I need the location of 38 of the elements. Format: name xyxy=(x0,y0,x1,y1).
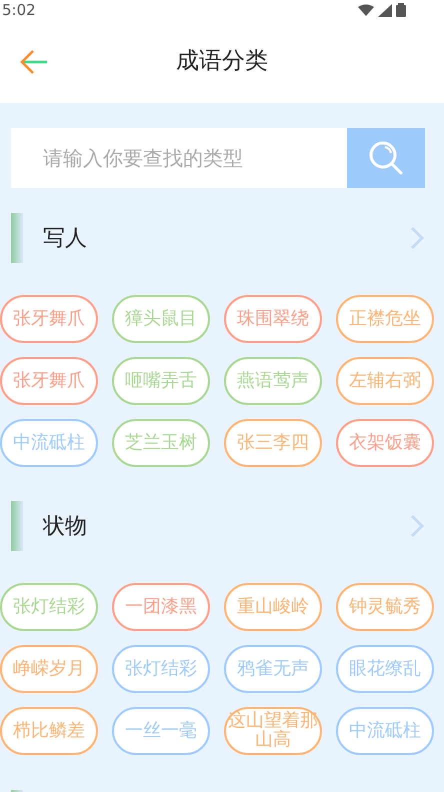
search-icon xyxy=(368,140,404,176)
idiom-tag[interactable]: 芝兰玉树 xyxy=(112,419,210,467)
section-title: 写人 xyxy=(43,224,87,252)
idiom-tag[interactable]: 这山望着那山高 xyxy=(224,707,322,755)
status-time: 5:02 xyxy=(2,2,36,18)
section-title: 状物 xyxy=(43,512,87,540)
idiom-tag[interactable]: 鸦雀无声 xyxy=(224,645,322,693)
battery-icon xyxy=(396,3,406,17)
page-title: 成语分类 xyxy=(176,47,268,76)
idiom-tag[interactable]: 中流砥柱 xyxy=(0,419,98,467)
idiom-tag[interactable]: 衣架饭囊 xyxy=(336,419,434,467)
idiom-tag[interactable]: 张灯结彩 xyxy=(112,645,210,693)
idiom-tag[interactable]: 中流砥柱 xyxy=(336,707,434,755)
idiom-tag[interactable]: 张牙舞爪 xyxy=(0,357,98,405)
idiom-tag[interactable]: 张牙舞爪 xyxy=(0,295,98,343)
search-field[interactable]: 请输入你要查找的类型 xyxy=(11,128,347,188)
idiom-tag[interactable]: 峥嵘岁月 xyxy=(0,645,98,693)
idiom-tag[interactable]: 栉比鳞差 xyxy=(0,707,98,755)
idiom-tag[interactable]: 钟灵毓秀 xyxy=(336,583,434,631)
chevron-right-icon[interactable] xyxy=(410,226,424,250)
idiom-tag[interactable]: 獐头鼠目 xyxy=(112,295,210,343)
idiom-tag[interactable]: 珠围翠绕 xyxy=(224,295,322,343)
idiom-tag[interactable]: 张灯结彩 xyxy=(0,583,98,631)
signal-icon xyxy=(378,4,392,16)
idiom-tag[interactable]: 眼花缭乱 xyxy=(336,645,434,693)
search-button[interactable] xyxy=(347,128,425,188)
section-marker xyxy=(11,501,23,551)
idiom-tag[interactable]: 张三李四 xyxy=(224,419,322,467)
idiom-tag[interactable]: 一团漆黑 xyxy=(112,583,210,631)
idiom-tag[interactable]: 正襟危坐 xyxy=(336,295,434,343)
idiom-tag[interactable]: 燕语莺声 xyxy=(224,357,322,405)
idiom-tag[interactable]: 一丝一毫 xyxy=(112,707,210,755)
idiom-tag[interactable]: 重山峻岭 xyxy=(224,583,322,631)
idiom-tag[interactable]: 左辅右弼 xyxy=(336,357,434,405)
chevron-right-icon[interactable] xyxy=(410,514,424,538)
idiom-tag[interactable]: 咂嘴弄舌 xyxy=(112,357,210,405)
wifi-icon xyxy=(358,4,374,16)
section-marker xyxy=(11,213,23,263)
